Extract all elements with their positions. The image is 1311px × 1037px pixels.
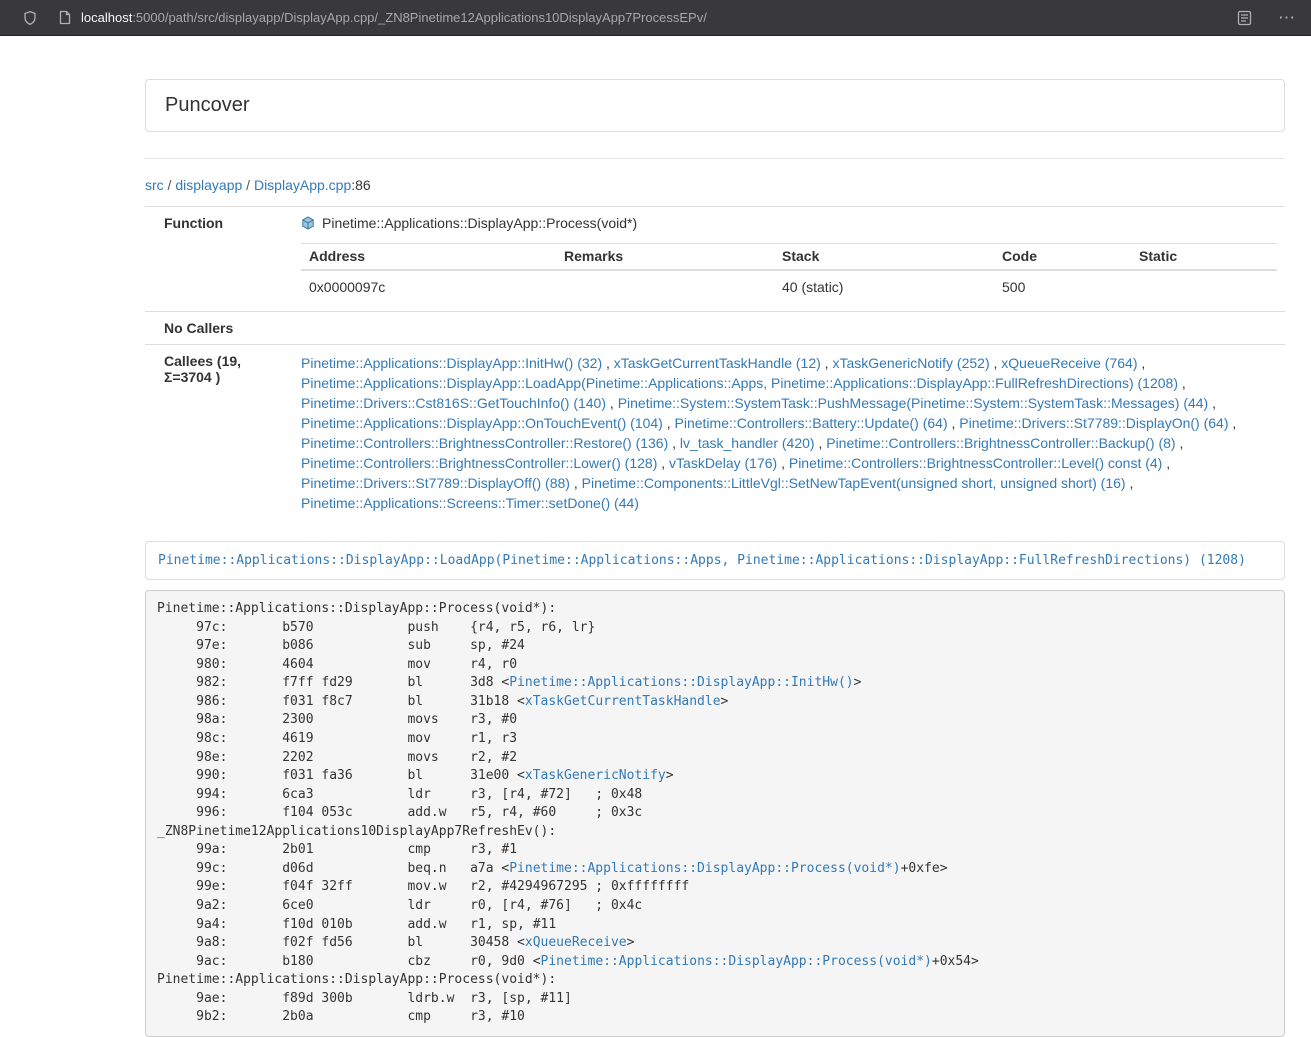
- stats-value: [1131, 270, 1277, 303]
- callee-link[interactable]: Pinetime::Drivers::Cst816S::GetTouchInfo…: [301, 395, 606, 411]
- callee-link[interactable]: xQueueReceive (764): [1001, 355, 1137, 371]
- code-line: 9ae: f89d 300b ldrb.w r3, [sp, #11]: [157, 991, 572, 1006]
- stats-value: 40 (static): [774, 270, 994, 303]
- breadcrumb-link[interactable]: src: [145, 177, 164, 193]
- callee-link[interactable]: xTaskGetCurrentTaskHandle (12): [614, 355, 821, 371]
- code-symbol-link[interactable]: Pinetime::Applications::DisplayApp::Proc…: [509, 861, 900, 876]
- reader-view-icon[interactable]: [1237, 10, 1252, 26]
- breadcrumb-separator: /: [242, 177, 254, 193]
- callee-link[interactable]: vTaskDelay (176): [669, 455, 777, 471]
- callee-link[interactable]: lv_task_handler (420): [680, 435, 815, 451]
- breadcrumb-link[interactable]: DisplayApp.cpp: [254, 177, 351, 193]
- page-title: Puncover: [165, 94, 250, 116]
- browser-chrome: localhost:5000/path/src/displayapp/Displ…: [0, 0, 1311, 36]
- function-table: Function Pinetime::Applications::Display…: [145, 206, 1285, 521]
- code-line: 99c: d06d beq.n a7a <Pinetime::Applicati…: [157, 861, 948, 876]
- no-callers-cell: [293, 312, 1285, 345]
- code-symbol-link[interactable]: xTaskGetCurrentTaskHandle: [525, 694, 721, 709]
- stats-value: 0x0000097c: [301, 270, 556, 303]
- callee-link[interactable]: Pinetime::Applications::DisplayApp::OnTo…: [301, 415, 663, 431]
- callee-link[interactable]: Pinetime::Controllers::BrightnessControl…: [301, 455, 657, 471]
- callee-link[interactable]: Pinetime::System::SystemTask::PushMessag…: [618, 395, 1209, 411]
- menu-icon[interactable]: ⋯: [1278, 8, 1297, 28]
- code-line: 99a: 2b01 cmp r3, #1: [157, 842, 517, 857]
- code-line: 98e: 2202 movs r2, #2: [157, 750, 517, 765]
- code-symbol-link[interactable]: Pinetime::Applications::DisplayApp::Proc…: [541, 954, 932, 969]
- stats-value: 500: [994, 270, 1131, 303]
- callees-row: Callees (19, Σ=3704 ) Pinetime::Applicat…: [145, 345, 1285, 522]
- callee-link[interactable]: xTaskGenericNotify (252): [832, 355, 989, 371]
- callee-link[interactable]: Pinetime::Controllers::BrightnessControl…: [826, 435, 1175, 451]
- code-line: 98a: 2300 movs r3, #0: [157, 712, 517, 727]
- callee-link[interactable]: Pinetime::Applications::Screens::Timer::…: [301, 495, 639, 511]
- stats-value-row: 0x0000097c 40 (static)500: [301, 270, 1277, 303]
- function-label: Function: [145, 207, 293, 312]
- selected-callee-box: Pinetime::Applications::DisplayApp::Load…: [145, 541, 1285, 580]
- callee-link[interactable]: Pinetime::Applications::DisplayApp::Init…: [301, 355, 602, 371]
- url-path: :5000/path/src/displayapp/DisplayApp.cpp…: [132, 10, 707, 25]
- page-header-panel: Puncover: [145, 79, 1285, 132]
- breadcrumb-link[interactable]: displayapp: [175, 177, 242, 193]
- callees-cell: Pinetime::Applications::DisplayApp::Init…: [293, 345, 1285, 522]
- address-bar[interactable]: localhost:5000/path/src/displayapp/Displ…: [81, 10, 1237, 25]
- code-line: 97c: b570 push {r4, r5, r6, lr}: [157, 620, 595, 635]
- stats-header-row: AddressRemarksStackCodeStatic: [301, 244, 1277, 271]
- code-line: 982: f7ff fd29 bl 3d8 <Pinetime::Applica…: [157, 675, 861, 690]
- shield-icon[interactable]: [22, 10, 38, 26]
- code-line: 9a8: f02f fd56 bl 30458 <xQueueReceive>: [157, 935, 634, 950]
- code-symbol-link[interactable]: Pinetime::Applications::DisplayApp::Init…: [509, 675, 853, 690]
- code-line: 990: f031 fa36 bl 31e00 <xTaskGenericNot…: [157, 768, 674, 783]
- code-line: 996: f104 053c add.w r5, r4, #60 ; 0x3c: [157, 805, 642, 820]
- code-line: Pinetime::Applications::DisplayApp::Proc…: [157, 601, 556, 616]
- stats-column-header: Static: [1131, 244, 1277, 271]
- stats-column-header: Stack: [774, 244, 994, 271]
- divider: [145, 158, 1285, 159]
- callee-link[interactable]: Pinetime::Drivers::St7789::DisplayOn() (…: [959, 415, 1228, 431]
- code-symbol-link[interactable]: xTaskGenericNotify: [525, 768, 666, 783]
- code-line: 9a2: 6ce0 ldr r0, [r4, #76] ; 0x4c: [157, 898, 642, 913]
- function-line: Pinetime::Applications::DisplayApp::Proc…: [301, 215, 1277, 234]
- code-line: 9a4: f10d 010b add.w r1, sp, #11: [157, 917, 556, 932]
- breadcrumb: src / displayapp / DisplayApp.cpp:86: [145, 177, 1285, 193]
- callee-link[interactable]: Pinetime::Controllers::BrightnessControl…: [789, 455, 1162, 471]
- stats-column-header: Address: [301, 244, 556, 271]
- breadcrumb-separator: /: [164, 177, 176, 193]
- url-host: localhost: [81, 10, 132, 25]
- code-line: 980: 4604 mov r4, r0: [157, 657, 517, 672]
- code-line: Pinetime::Applications::DisplayApp::Proc…: [157, 972, 556, 987]
- code-line: 9b2: 2b0a cmp r3, #10: [157, 1009, 525, 1024]
- callee-link[interactable]: Pinetime::Controllers::Battery::Update()…: [675, 415, 948, 431]
- stats-column-header: Code: [994, 244, 1131, 271]
- page-container: Puncover src / displayapp / DisplayApp.c…: [145, 79, 1285, 1037]
- callee-link[interactable]: Pinetime::Applications::DisplayApp::Load…: [301, 375, 1178, 391]
- callee-link[interactable]: Pinetime::Controllers::BrightnessControl…: [301, 435, 668, 451]
- breadcrumb-line-number: :86: [351, 177, 370, 193]
- code-symbol-link[interactable]: xQueueReceive: [525, 935, 627, 950]
- stats-value: [556, 270, 774, 303]
- function-row: Function Pinetime::Applications::Display…: [145, 207, 1285, 312]
- symbol-type-icon: [301, 216, 315, 233]
- function-name: Pinetime::Applications::DisplayApp::Proc…: [322, 215, 637, 231]
- stats-table: AddressRemarksStackCodeStatic 0x0000097c…: [301, 243, 1277, 303]
- code-line: 994: 6ca3 ldr r3, [r4, #72] ; 0x48: [157, 787, 642, 802]
- code-line: 986: f031 f8c7 bl 31b18 <xTaskGetCurrent…: [157, 694, 728, 709]
- stats-column-header: Remarks: [556, 244, 774, 271]
- function-cell: Pinetime::Applications::DisplayApp::Proc…: [293, 207, 1285, 312]
- code-line: _ZN8Pinetime12Applications10DisplayApp7R…: [157, 824, 556, 839]
- code-line: 99e: f04f 32ff mov.w r2, #4294967295 ; 0…: [157, 879, 689, 894]
- code-line: 98c: 4619 mov r1, r3: [157, 731, 517, 746]
- callees-label: Callees (19, Σ=3704 ): [145, 345, 293, 522]
- no-callers-label: No Callers: [145, 312, 293, 345]
- no-callers-row: No Callers: [145, 312, 1285, 345]
- callee-link[interactable]: Pinetime::Drivers::St7789::DisplayOff() …: [301, 475, 570, 491]
- disassembly-pre: Pinetime::Applications::DisplayApp::Proc…: [145, 590, 1285, 1037]
- code-line: 97e: b086 sub sp, #24: [157, 638, 525, 653]
- callee-link[interactable]: Pinetime::Components::LittleVgl::SetNewT…: [582, 475, 1126, 491]
- page-icon[interactable]: [58, 10, 72, 25]
- code-line: 9ac: b180 cbz r0, 9d0 <Pinetime::Applica…: [157, 954, 979, 969]
- selected-callee-link[interactable]: Pinetime::Applications::DisplayApp::Load…: [158, 553, 1246, 568]
